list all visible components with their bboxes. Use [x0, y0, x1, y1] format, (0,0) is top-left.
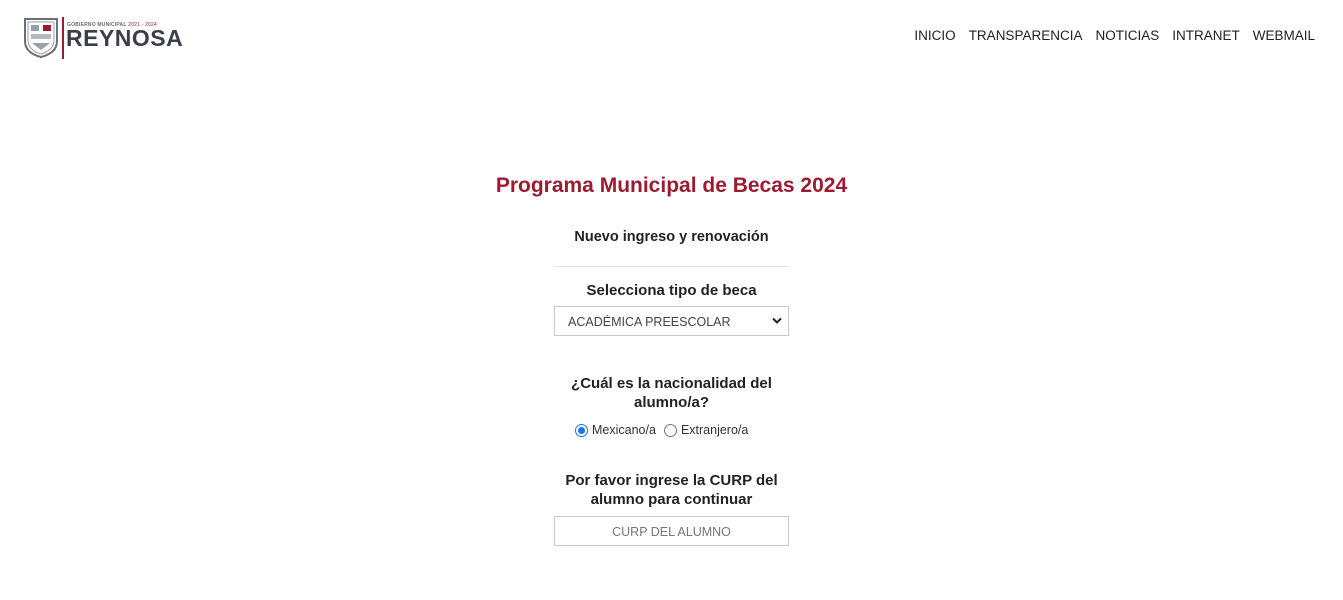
- divider: [554, 266, 789, 267]
- header: GOBIERNO MUNICIPAL 2021 - 2024 REYNOSA I…: [0, 0, 1343, 80]
- nav-webmail[interactable]: WEBMAIL: [1253, 28, 1315, 43]
- curp-input[interactable]: CURP DEL ALUMNO: [554, 516, 789, 546]
- curp-label-line2: alumno para continuar: [590, 491, 753, 508]
- nationality-label-line1: ¿Cuál es la nacionalidad del: [571, 375, 772, 392]
- page-subtitle: Nuevo ingreso y renovación: [574, 229, 769, 245]
- radio-extranjero[interactable]: [663, 423, 677, 437]
- chevron-down-icon: [772, 317, 782, 324]
- nav-inicio[interactable]: INICIO: [914, 28, 955, 43]
- nationality-label: ¿Cuál es la nacionalidad del alumno/a?: [0, 374, 1343, 412]
- nationality-radio-group: Mexicano/a Extranjero/a: [575, 421, 756, 439]
- nationality-label-line2: alumno/a?: [633, 394, 709, 411]
- nav-transparencia[interactable]: TRANSPARENCIA: [969, 28, 1083, 43]
- logo[interactable]: GOBIERNO MUNICIPAL 2021 - 2024 REYNOSA: [22, 15, 187, 61]
- nav-noticias[interactable]: NOTICIAS: [1095, 28, 1159, 43]
- beca-type-select[interactable]: ACADÉMICA PREESCOLAR: [554, 306, 789, 336]
- page-title: Programa Municipal de Becas 2024: [495, 174, 848, 197]
- nav-intranet[interactable]: INTRANET: [1172, 28, 1240, 43]
- radio-mexicano[interactable]: [575, 423, 588, 437]
- municipal-shield-icon: [24, 18, 58, 59]
- logo-wordmark: REYNOSA: [66, 25, 184, 51]
- radio-extranjero-label[interactable]: Extranjero/a: [681, 423, 748, 437]
- radio-mexicano-label[interactable]: Mexicano/a: [592, 423, 656, 437]
- curp-input-placeholder: CURP DEL ALUMNO: [612, 525, 731, 539]
- logo-divider: [62, 17, 64, 59]
- main-nav: INICIO TRANSPARENCIA NOTICIAS INTRANET W…: [914, 28, 1315, 43]
- beca-type-selected-value: ACADÉMICA PREESCOLAR: [568, 315, 731, 329]
- beca-type-label: Selecciona tipo de beca: [586, 282, 757, 299]
- curp-label-line1: Por favor ingrese la CURP del: [565, 472, 778, 489]
- curp-label: Por favor ingrese la CURP del alumno par…: [0, 471, 1343, 509]
